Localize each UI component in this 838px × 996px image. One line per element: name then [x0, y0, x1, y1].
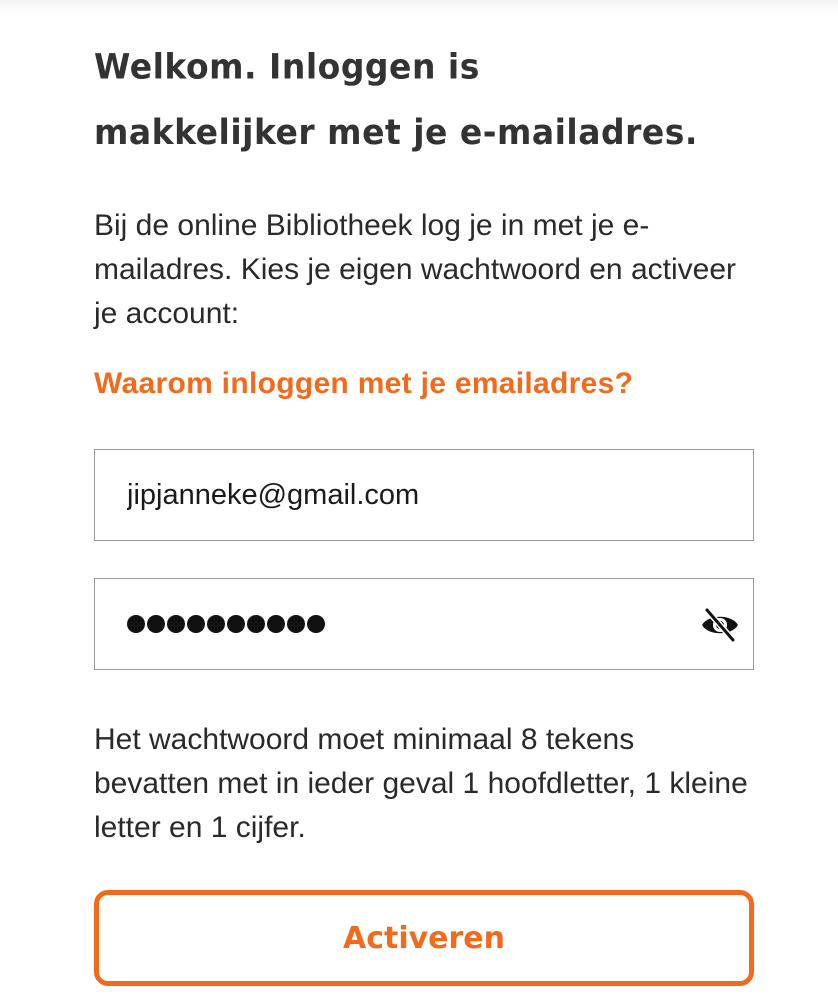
activate-button[interactable]: Activeren — [94, 890, 754, 986]
page-title-line-1: Welkom. Inloggen is — [94, 45, 480, 87]
top-edge-shadow — [0, 0, 838, 14]
password-mask-dot — [147, 615, 165, 633]
why-email-login-link[interactable]: Waarom inloggen met je emailadres? — [94, 367, 633, 401]
page-title: Welkom. Inloggen is makkelijker met je e… — [94, 34, 756, 165]
password-mask-dot — [307, 615, 325, 633]
password-mask-dot — [127, 615, 145, 633]
intro-text: Bij de online Bibliotheek log je in met … — [94, 209, 736, 330]
page-title-line-2: makkelijker met je e-mailadres. — [94, 111, 698, 153]
password-field[interactable] — [94, 578, 754, 670]
email-field[interactable] — [94, 449, 754, 541]
password-mask-dot — [167, 615, 185, 633]
password-visibility-toggle[interactable] — [699, 605, 741, 645]
password-mask-dot — [287, 615, 305, 633]
eye-slash-icon — [702, 608, 738, 642]
activation-panel: Welkom. Inloggen is makkelijker met je e… — [94, 34, 756, 986]
password-mask-dot — [247, 615, 265, 633]
password-mask-dot — [227, 615, 245, 633]
email-input[interactable] — [127, 450, 687, 540]
password-input[interactable] — [127, 579, 325, 669]
password-mask-dot — [187, 615, 205, 633]
password-mask-dot — [207, 615, 225, 633]
password-requirements-hint: Het wachtwoord moet minimaal 8 tekens be… — [94, 723, 748, 844]
password-mask-dot — [267, 615, 285, 633]
